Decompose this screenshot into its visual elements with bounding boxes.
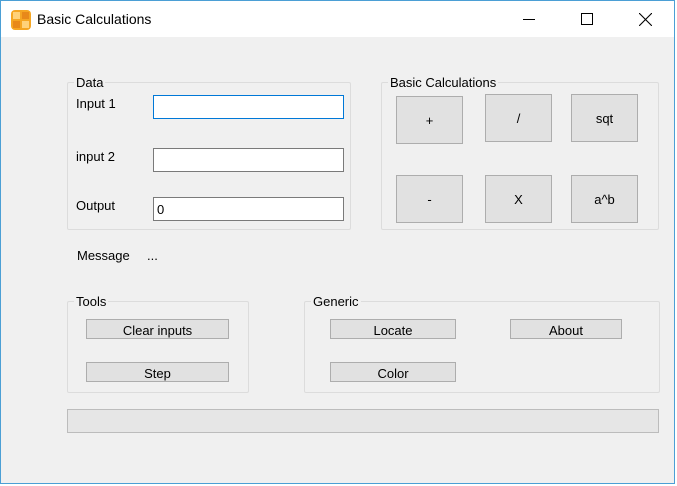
power-button[interactable]: a^b <box>571 175 638 223</box>
maximize-icon <box>581 13 593 25</box>
add-button[interactable]: + <box>396 96 463 144</box>
data-group-legend: Data <box>76 75 104 90</box>
progress-bar <box>67 409 659 433</box>
multiply-button[interactable]: X <box>485 175 552 223</box>
minimize-icon <box>523 19 535 20</box>
close-icon <box>638 12 652 26</box>
divide-button[interactable]: / <box>485 94 552 142</box>
about-button[interactable]: About <box>510 319 622 339</box>
input1-field[interactable] <box>153 95 344 119</box>
color-button[interactable]: Color <box>330 362 456 382</box>
tools-group-legend: Tools <box>76 294 107 309</box>
minimize-button[interactable] <box>500 1 558 37</box>
locate-button[interactable]: Locate <box>330 319 456 339</box>
maximize-button[interactable] <box>558 1 616 37</box>
client-area: Data Input 1 input 2 Output Basic Calcul… <box>1 37 674 483</box>
output-label: Output <box>76 198 116 213</box>
message-value: ... <box>147 248 158 263</box>
subtract-button[interactable]: - <box>396 175 463 223</box>
app-window: Basic Calculations Data Input 1 input 2 … <box>0 0 675 484</box>
sqrt-button[interactable]: sqt <box>571 94 638 142</box>
input2-field[interactable] <box>153 148 344 172</box>
input2-label: input 2 <box>76 149 116 164</box>
message-label: Message <box>77 248 130 263</box>
clear-inputs-button[interactable]: Clear inputs <box>86 319 229 339</box>
output-field[interactable] <box>153 197 344 221</box>
input1-label: Input 1 <box>76 96 116 111</box>
title-bar[interactable]: Basic Calculations <box>1 1 674 37</box>
window-title: Basic Calculations <box>37 11 152 27</box>
step-button[interactable]: Step <box>86 362 229 382</box>
close-button[interactable] <box>616 1 674 37</box>
basic-calculations-legend: Basic Calculations <box>390 75 497 90</box>
app-calculator-icon <box>11 10 31 30</box>
generic-group-legend: Generic <box>313 294 359 309</box>
